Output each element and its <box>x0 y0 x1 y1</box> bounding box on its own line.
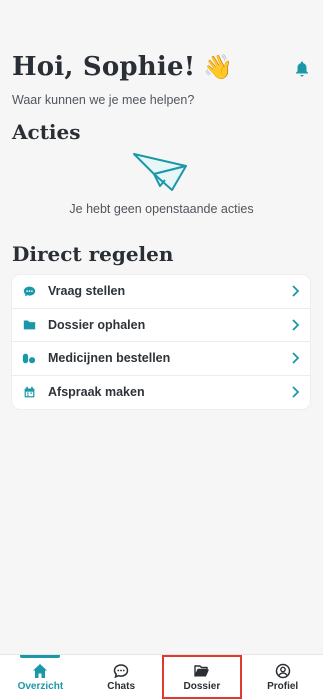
direct-actions-list: Vraag stellen Dossier ophalen Medicijnen… <box>12 275 310 409</box>
list-item-dossier-ophalen[interactable]: Dossier ophalen <box>12 309 310 342</box>
tab-profiel[interactable]: Profiel <box>242 655 323 699</box>
list-item-medicijnen-bestellen[interactable]: Medicijnen bestellen <box>12 342 310 376</box>
list-item-label: Dossier ophalen <box>48 317 146 332</box>
tab-chats[interactable]: Chats <box>81 655 162 699</box>
list-item-label: Afspraak maken <box>48 385 145 400</box>
empty-actions-text: Je hebt geen openstaande acties <box>69 202 254 216</box>
pills-icon <box>22 351 36 365</box>
chevron-right-icon <box>292 386 300 398</box>
tab-label: Dossier <box>183 680 221 692</box>
folder-icon <box>22 318 36 332</box>
greeting: Hoi, Sophie! 👋 <box>12 52 311 82</box>
greeting-subtitle: Waar kunnen we je mee helpen? <box>12 93 195 107</box>
chevron-right-icon <box>292 352 300 364</box>
user-icon <box>275 663 290 678</box>
tab-overzicht[interactable]: Overzicht <box>0 655 81 699</box>
tab-label: Profiel <box>267 680 299 692</box>
chevron-right-icon <box>292 285 300 297</box>
paper-plane-icon <box>133 153 187 191</box>
bell-icon[interactable] <box>293 60 311 78</box>
list-item-label: Medicijnen bestellen <box>48 351 171 366</box>
chat-bubble-icon <box>22 284 36 298</box>
tab-bar: Overzicht Chats Dossier Profiel <box>0 654 323 699</box>
tab-label: Overzicht <box>17 680 64 692</box>
folder-open-icon <box>194 664 209 677</box>
actions-title: Acties <box>12 120 81 144</box>
header: Hoi, Sophie! 👋 <box>12 52 311 82</box>
tab-dossier[interactable]: Dossier <box>162 655 243 699</box>
home-icon <box>33 663 48 678</box>
list-item-label: Vraag stellen <box>48 284 126 299</box>
tab-label: Chats <box>107 680 136 692</box>
wave-emoji: 👋 <box>203 52 234 81</box>
list-item-afspraak-maken[interactable]: Afspraak maken <box>12 376 310 410</box>
chat-icon <box>113 663 129 678</box>
calendar-icon <box>22 385 36 399</box>
list-item-vraag-stellen[interactable]: Vraag stellen <box>12 275 310 309</box>
greeting-title: Hoi, Sophie! <box>12 52 196 82</box>
chevron-right-icon <box>292 319 300 331</box>
direct-title: Direct regelen <box>12 242 174 266</box>
